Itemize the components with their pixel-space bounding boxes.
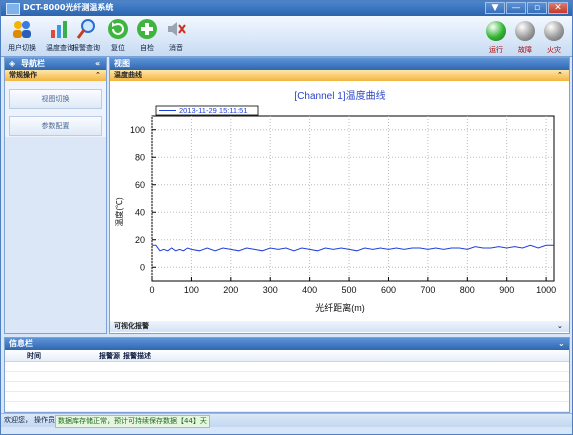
minimize-button[interactable]: — bbox=[506, 2, 526, 14]
info-collapse-icon[interactable]: ⌄ bbox=[558, 338, 565, 350]
chart-area: [Channel 1]温度曲线 0 100 200 300 400 500 600 700 80… bbox=[111, 82, 569, 320]
nav-item-view-switch[interactable]: 视图切换 bbox=[9, 89, 102, 109]
close-button[interactable]: ✕ bbox=[548, 2, 568, 14]
table-row[interactable] bbox=[5, 382, 569, 392]
x-tick-label: 300 bbox=[263, 285, 278, 295]
y-tick-label: 40 bbox=[135, 207, 145, 217]
x-tick-label: 500 bbox=[342, 285, 357, 295]
x-tick-label: 700 bbox=[420, 285, 435, 295]
plot-frame bbox=[151, 115, 555, 282]
toolbar: 用户切换 温度查询 报警查询 复位 自检 消音 运行 故障 火灾 bbox=[1, 16, 572, 57]
table-row[interactable] bbox=[5, 392, 569, 402]
nav-collapse-icon[interactable]: « bbox=[95, 58, 100, 70]
window-menu-button[interactable]: ▼ bbox=[485, 2, 505, 14]
chart-title: [Channel 1]温度曲线 bbox=[294, 89, 385, 102]
temperature-chart: [Channel 1]温度曲线 0 100 200 300 400 500 600 700 80… bbox=[114, 89, 556, 313]
nav-pin-icon[interactable]: ◈ bbox=[9, 58, 15, 70]
maximize-button[interactable]: ▫ bbox=[527, 2, 547, 14]
magnifier-icon bbox=[76, 19, 95, 39]
x-axis-label: 光纤距离(m) bbox=[315, 302, 365, 313]
x-tick-label: 400 bbox=[302, 285, 317, 295]
fire-indicator-label: 火灾 bbox=[547, 46, 561, 54]
user-switch-button[interactable]: 用户切换 bbox=[1, 16, 43, 56]
y-axis-label: 温度(℃) bbox=[114, 197, 124, 227]
fire-indicator: 火灾 bbox=[537, 18, 571, 56]
fault-lamp-icon bbox=[515, 21, 535, 41]
section-collapse-icon[interactable]: ⌃ bbox=[95, 70, 101, 81]
status-welcome: 欢迎您， bbox=[4, 416, 32, 424]
status-bar: 欢迎您， 操作员 数据库存储正常，预计可持续保存数据【44】天 bbox=[1, 413, 572, 428]
legend-label: 2013-11-29 15:11:51 bbox=[179, 106, 248, 115]
mute-button[interactable]: 消音 bbox=[155, 16, 197, 56]
temperature-curve-header[interactable]: 温度曲线 ⌃ bbox=[110, 70, 569, 81]
title-bar: DCT-8000光纤测温系统 ▼ — ▫ ✕ bbox=[1, 1, 572, 16]
table-row[interactable] bbox=[5, 402, 569, 412]
nav-header-title: 导航栏 bbox=[21, 59, 45, 68]
status-user: 操作员 bbox=[34, 416, 55, 424]
info-header: 信息栏 ⌄ bbox=[5, 338, 569, 350]
info-table-header: 时间 报警源 报警描述 bbox=[5, 351, 569, 362]
column-alarm-description[interactable]: 报警描述 bbox=[123, 351, 151, 361]
main-view-panel: 视图 温度曲线 ⌃ [Channel 1]温度曲线 0 100 200 300 400 5… bbox=[109, 57, 570, 334]
y-tick-label: 60 bbox=[135, 180, 145, 190]
navigation-panel: ◈ 导航栏 « 常规操作 ⌃ 视图切换 参数配置 bbox=[4, 57, 107, 334]
column-time[interactable]: 时间 bbox=[27, 351, 41, 361]
y-tick-label: 0 bbox=[140, 262, 145, 272]
table-row[interactable] bbox=[5, 362, 569, 372]
y-tick-label: 80 bbox=[135, 152, 145, 162]
info-header-title: 信息栏 bbox=[9, 339, 33, 348]
nav-section-title: 常规操作 bbox=[9, 71, 37, 79]
x-tick-label: 900 bbox=[499, 285, 514, 295]
x-tick-label: 0 bbox=[149, 285, 154, 295]
window-title: DCT-8000光纤测温系统 bbox=[23, 3, 114, 12]
info-panel: 信息栏 ⌄ 时间 报警源 报警描述 bbox=[4, 337, 570, 413]
app-window: DCT-8000光纤测温系统 ▼ — ▫ ✕ 用户切换 温度查询 报警查询 复位… bbox=[0, 0, 573, 435]
view-header-title: 视图 bbox=[114, 59, 130, 68]
nav-header: ◈ 导航栏 « bbox=[5, 58, 106, 70]
nav-item-parameter-config[interactable]: 参数配置 bbox=[9, 116, 102, 136]
users-icon bbox=[13, 21, 31, 38]
mute-label: 消音 bbox=[169, 44, 183, 52]
curve-collapse-icon[interactable]: ⌃ bbox=[557, 70, 563, 81]
view-header: 视图 bbox=[110, 58, 569, 70]
x-tick-label: 600 bbox=[381, 285, 396, 295]
alarm-expand-icon[interactable]: ⌄ bbox=[557, 321, 563, 332]
x-tick-label: 100 bbox=[184, 285, 199, 295]
table-row[interactable] bbox=[5, 372, 569, 382]
visual-alarm-header[interactable]: 可视化报警 ⌄ bbox=[110, 321, 569, 332]
fire-lamp-icon bbox=[544, 21, 564, 41]
nav-section-header[interactable]: 常规操作 ⌃ bbox=[5, 70, 106, 81]
y-tick-label: 100 bbox=[130, 125, 145, 135]
x-tick-label: 800 bbox=[460, 285, 475, 295]
x-tick-label: 1000 bbox=[536, 285, 556, 295]
y-tick-label: 20 bbox=[135, 235, 145, 245]
temperature-curve-title: 温度曲线 bbox=[114, 71, 142, 79]
mute-speaker-icon bbox=[168, 22, 186, 36]
column-alarm-source[interactable]: 报警源 bbox=[99, 351, 120, 361]
run-lamp-icon bbox=[486, 21, 506, 41]
user-switch-label: 用户切换 bbox=[8, 44, 36, 52]
app-logo-icon bbox=[6, 3, 20, 15]
status-db-message: 数据库存储正常，预计可持续保存数据【44】天 bbox=[55, 415, 210, 428]
x-tick-label: 200 bbox=[223, 285, 238, 295]
visual-alarm-title: 可视化报警 bbox=[114, 322, 149, 330]
